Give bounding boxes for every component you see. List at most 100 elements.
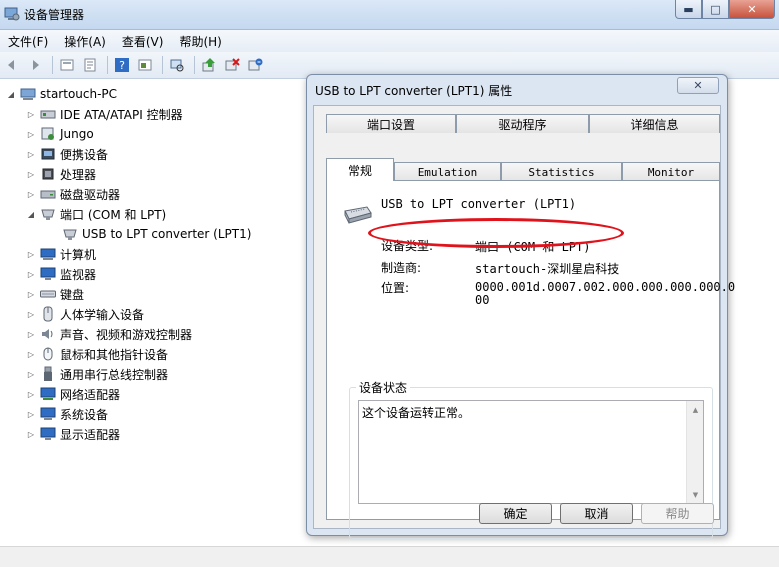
tree-item-ide[interactable]: ▷ IDE ATA/ATAPI 控制器 bbox=[26, 105, 183, 123]
scan-button[interactable] bbox=[167, 55, 187, 75]
close-button[interactable]: ✕ bbox=[729, 0, 775, 19]
tree-item-label: 系统设备 bbox=[60, 407, 109, 422]
tree-item-label: 磁盘驱动器 bbox=[60, 187, 121, 202]
ok-label: 确定 bbox=[503, 507, 528, 521]
location-value-line2: 00 bbox=[475, 293, 490, 307]
device-status-textbox[interactable]: 这个设备运转正常。 ▲ ▼ bbox=[358, 400, 704, 504]
tree-item-label: 人体学输入设备 bbox=[60, 307, 145, 322]
device-status-text: 这个设备运转正常。 bbox=[362, 406, 471, 420]
tree-item-network[interactable]: ▷ 网络适配器 bbox=[26, 385, 120, 403]
portable-device-icon bbox=[41, 148, 55, 160]
tree-item-jungo[interactable]: ▷ Jungo bbox=[26, 125, 94, 143]
mouse-icon bbox=[43, 347, 53, 361]
up-button[interactable] bbox=[57, 55, 77, 75]
system-device-icon bbox=[40, 407, 56, 420]
menu-view[interactable]: 查看(V) bbox=[114, 33, 172, 50]
hid-icon bbox=[43, 306, 53, 322]
tree-item-computer[interactable]: ▷ 计算机 bbox=[26, 245, 96, 263]
expand-arrow-icon[interactable]: ▷ bbox=[26, 190, 36, 199]
close-icon: ✕ bbox=[747, 2, 757, 16]
tab-emulation[interactable]: Emulation bbox=[394, 162, 501, 181]
tree-item-display[interactable]: ▷ 显示适配器 bbox=[26, 425, 120, 443]
tree-item-sound[interactable]: ▷ 声音、视频和游戏控制器 bbox=[26, 325, 192, 343]
expand-arrow-icon[interactable]: ▷ bbox=[26, 410, 36, 419]
window-titlebar[interactable]: 设备管理器 ▬ □ ✕ bbox=[0, 0, 779, 30]
expand-arrow-icon[interactable]: ▷ bbox=[26, 310, 36, 319]
processor-icon bbox=[42, 168, 54, 180]
tree-item-processor[interactable]: ▷ 处理器 bbox=[26, 165, 96, 183]
update-driver-button[interactable] bbox=[199, 55, 219, 75]
dialog-close-button[interactable]: ✕ bbox=[677, 77, 719, 94]
tree-item-system[interactable]: ▷ 系统设备 bbox=[26, 405, 108, 423]
collapse-arrow-icon[interactable]: ◢ bbox=[26, 210, 36, 219]
expand-arrow-icon[interactable]: ▷ bbox=[26, 370, 36, 379]
tab-details[interactable]: 详细信息 bbox=[589, 114, 720, 133]
menu-help[interactable]: 帮助(H) bbox=[171, 33, 229, 50]
tab-statistics[interactable]: Statistics bbox=[501, 162, 622, 181]
expand-arrow-icon[interactable]: ▷ bbox=[26, 430, 36, 439]
tree-item-ports[interactable]: ◢ 端口 (COM 和 LPT) bbox=[26, 205, 166, 223]
svg-text:?: ? bbox=[119, 59, 125, 72]
expand-arrow-icon[interactable]: ▷ bbox=[26, 130, 36, 139]
expand-arrow-icon[interactable]: ▷ bbox=[26, 150, 36, 159]
tree-root[interactable]: ◢ startouch-PC bbox=[6, 85, 117, 103]
collapse-arrow-icon[interactable]: ◢ bbox=[6, 90, 16, 99]
tree-item-label: 网络适配器 bbox=[60, 387, 121, 402]
cancel-button[interactable]: 取消 bbox=[560, 503, 633, 524]
expand-arrow-icon[interactable]: ▷ bbox=[26, 330, 36, 339]
expand-arrow-icon[interactable]: ▷ bbox=[26, 390, 36, 399]
expand-arrow-icon[interactable]: ▷ bbox=[26, 110, 36, 119]
tab-driver[interactable]: 驱动程序 bbox=[456, 114, 589, 133]
manufacturer-label: 制造商: bbox=[381, 261, 422, 275]
scroll-up-icon[interactable]: ▲ bbox=[687, 401, 704, 418]
ok-button[interactable]: 确定 bbox=[479, 503, 552, 524]
tab-port-settings[interactable]: 端口设置 bbox=[326, 114, 456, 133]
tree-item-usb-lpt[interactable]: USB to LPT converter (LPT1) bbox=[62, 225, 251, 243]
general-tab-page: USB to LPT converter (LPT1) 设备类型: 端口 (CO… bbox=[326, 180, 735, 539]
tree-item-portable[interactable]: ▷ 便携设备 bbox=[26, 145, 108, 163]
uninstall-button[interactable] bbox=[245, 55, 265, 75]
network-adapter-icon bbox=[40, 387, 56, 400]
forward-button[interactable] bbox=[25, 55, 45, 75]
usb-controller-icon bbox=[44, 366, 52, 381]
expand-arrow-icon[interactable]: ▷ bbox=[26, 250, 36, 259]
minimize-button[interactable]: ▬ bbox=[675, 0, 702, 19]
tab-monitor[interactable]: Monitor bbox=[622, 162, 720, 181]
show-hide-button[interactable] bbox=[135, 55, 155, 75]
expand-arrow-icon[interactable]: ▷ bbox=[26, 170, 36, 179]
maximize-icon: □ bbox=[710, 2, 721, 16]
tree-item-label: USB to LPT converter (LPT1) bbox=[82, 227, 252, 241]
monitor-icon bbox=[40, 267, 56, 280]
tab-general[interactable]: 常规 bbox=[326, 158, 394, 181]
tree-item-label: 计算机 bbox=[60, 247, 97, 262]
tree-item-usb[interactable]: ▷ 通用串行总线控制器 bbox=[26, 365, 168, 383]
expand-arrow-icon[interactable]: ▷ bbox=[26, 270, 36, 279]
tab-label: 端口设置 bbox=[366, 117, 415, 132]
expand-arrow-icon[interactable]: ▷ bbox=[26, 290, 36, 299]
expand-arrow-icon[interactable]: ▷ bbox=[26, 350, 36, 359]
status-scrollbar[interactable]: ▲ ▼ bbox=[686, 401, 703, 503]
window-controls: ▬ □ ✕ bbox=[675, 0, 775, 19]
properties-icon bbox=[84, 58, 96, 72]
up-icon bbox=[60, 59, 74, 71]
scroll-down-icon[interactable]: ▼ bbox=[687, 486, 704, 503]
menu-action[interactable]: 操作(A) bbox=[56, 33, 114, 50]
properties-button[interactable] bbox=[80, 55, 100, 75]
tab-label: Statistics bbox=[528, 165, 595, 179]
disable-button[interactable] bbox=[222, 55, 242, 75]
update-driver-icon bbox=[202, 58, 215, 72]
tree-item-keyboard[interactable]: ▷ 键盘 bbox=[26, 285, 84, 303]
help-button[interactable]: 帮助 bbox=[641, 503, 714, 524]
help-button[interactable]: ? bbox=[112, 55, 132, 75]
tree-item-hid[interactable]: ▷ 人体学输入设备 bbox=[26, 305, 144, 323]
menu-file[interactable]: 文件(F) bbox=[0, 33, 56, 50]
dialog-body: 端口设置 驱动程序 详细信息 常规 Emulation Statistics M… bbox=[313, 105, 735, 539]
tree-item-mouse[interactable]: ▷ 鼠标和其他指针设备 bbox=[26, 345, 168, 363]
tab-label: 详细信息 bbox=[630, 117, 679, 132]
tree-item-label: 通用串行总线控制器 bbox=[60, 367, 169, 382]
maximize-button[interactable]: □ bbox=[702, 0, 729, 19]
toolbar-divider bbox=[194, 56, 195, 74]
tree-item-monitor[interactable]: ▷ 监视器 bbox=[26, 265, 96, 283]
tree-item-disk[interactable]: ▷ 磁盘驱动器 bbox=[26, 185, 120, 203]
back-button[interactable] bbox=[2, 55, 22, 75]
